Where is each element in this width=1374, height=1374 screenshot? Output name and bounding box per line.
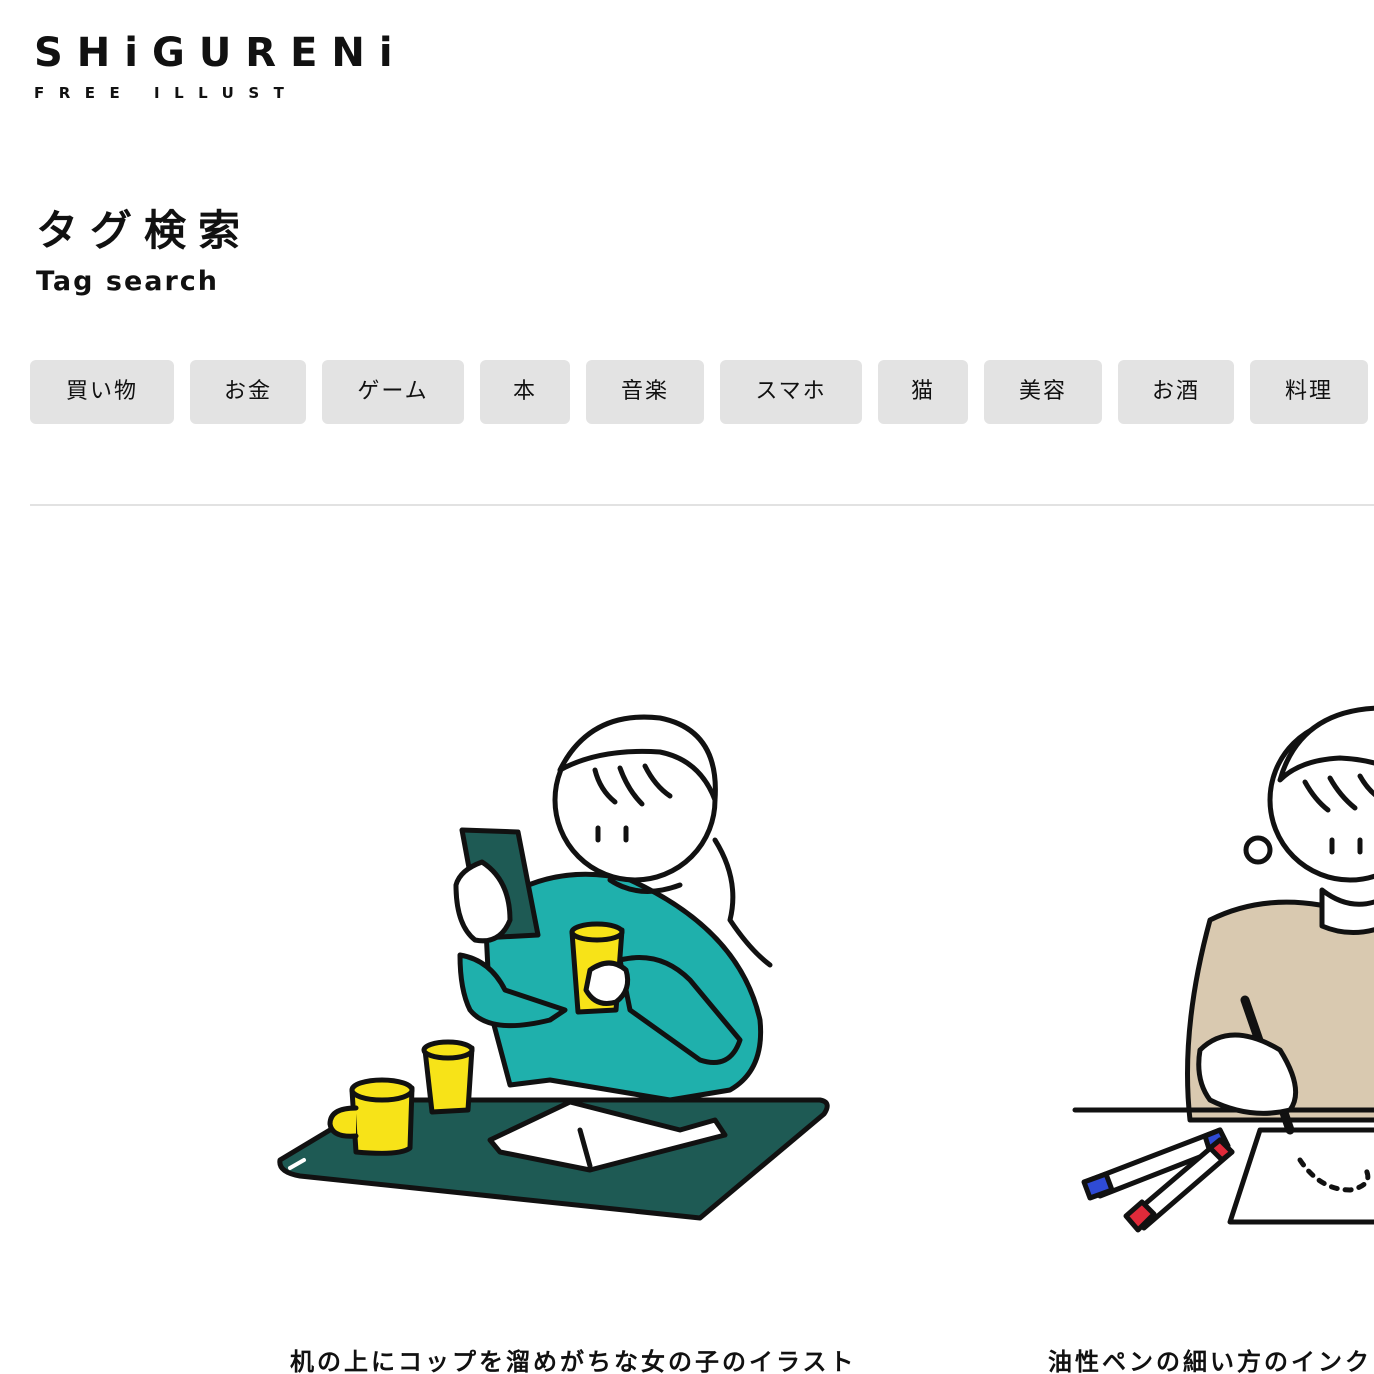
page-subtitle: Tag search (36, 266, 220, 297)
page: SHiGURENi FREE ILLUST タグ検索 Tag search 買い… (0, 0, 1374, 1374)
card-title[interactable]: 油性ペンの細い方のインク (1048, 1346, 1372, 1374)
page-heading: タグ検索 Tag search (36, 202, 252, 298)
tag-button[interactable]: ゲーム (322, 360, 464, 424)
tag-button[interactable]: 料理 (1250, 360, 1368, 424)
illustration-girl-with-markers[interactable] (1060, 690, 1374, 1250)
logo-name: SHiGURENi (34, 30, 407, 76)
tag-button[interactable]: 買い物 (30, 360, 174, 424)
page-title: タグ検索 (36, 206, 253, 255)
tag-button[interactable]: 音楽 (586, 360, 704, 424)
tag-button[interactable]: スマホ (720, 360, 862, 424)
tag-button[interactable]: お酒 (1118, 360, 1234, 424)
logo-subtitle: FREE ILLUST (34, 84, 299, 102)
tag-button[interactable]: 本 (480, 360, 570, 424)
section-divider (30, 504, 1374, 506)
illustration-girl-with-cups[interactable] (260, 690, 880, 1250)
tag-button[interactable]: お金 (190, 360, 306, 424)
tag-button[interactable]: 猫 (878, 360, 968, 424)
tag-button[interactable]: 美容 (984, 360, 1102, 424)
card-title[interactable]: 机の上にコップを溜めがちな女の子のイラスト (290, 1346, 857, 1374)
site-logo[interactable]: SHiGURENi FREE ILLUST (34, 30, 407, 102)
